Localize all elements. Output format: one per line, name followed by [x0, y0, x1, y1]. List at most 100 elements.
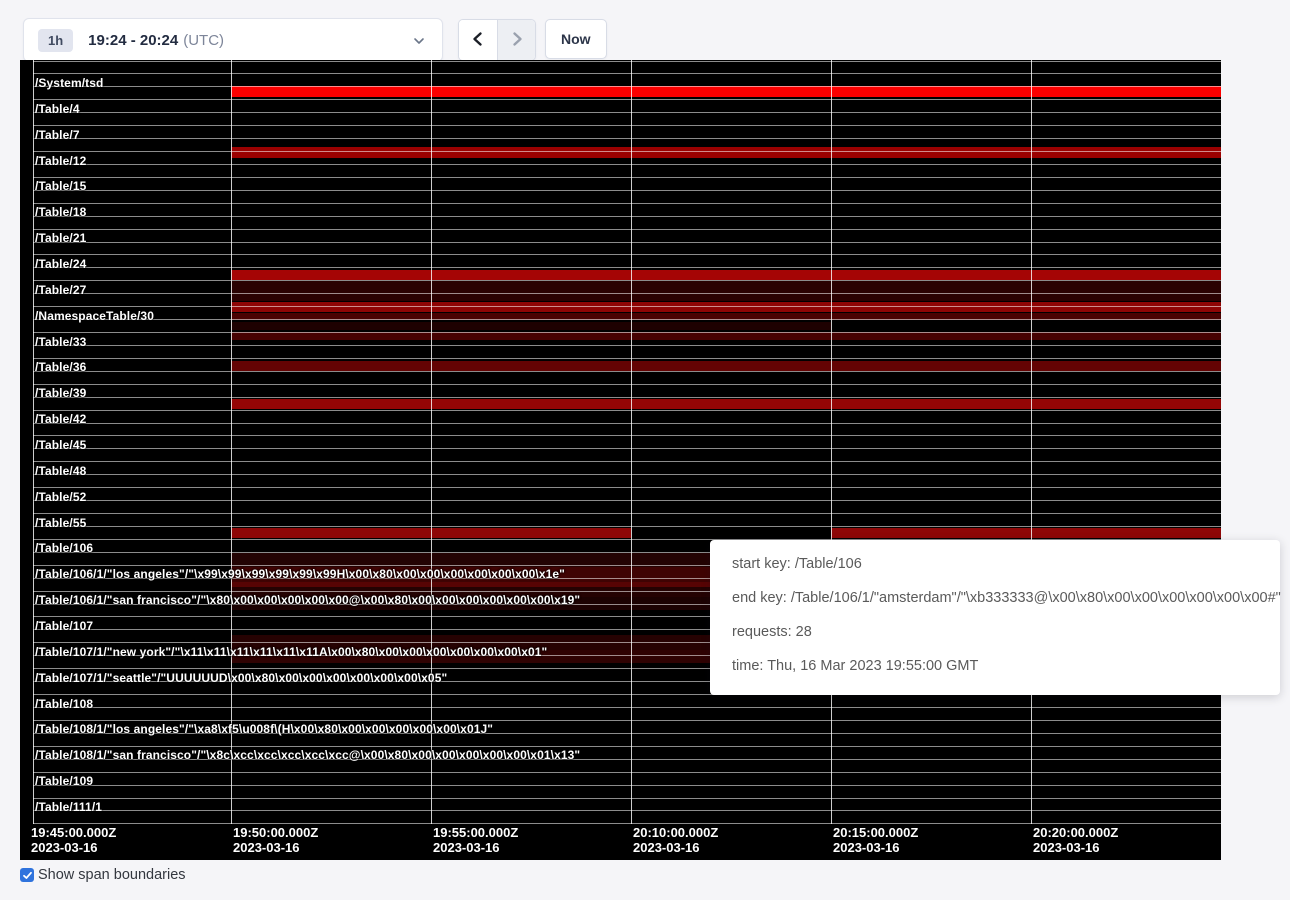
- row-label: /Table/12: [35, 154, 86, 168]
- heatmap-band[interactable]: [231, 332, 1221, 340]
- heatmap-band[interactable]: [231, 86, 1221, 97]
- chevron-left-icon: [469, 30, 487, 51]
- row-label: /Table/33: [35, 335, 86, 349]
- x-axis-date-label: 2023-03-16: [633, 840, 700, 855]
- x-axis-time-label: 20:15:00.000Z: [833, 825, 918, 840]
- span-boundary-line: [33, 73, 1221, 74]
- show-span-boundaries-checkbox[interactable]: Show span boundaries: [20, 867, 186, 883]
- heatmap-band[interactable]: [831, 528, 1221, 538]
- range-label: 19:24 - 20:24: [88, 32, 178, 49]
- x-axis-time-label: 19:55:00.000Z: [433, 825, 518, 840]
- row-label: /Table/7: [35, 128, 80, 142]
- row-label: /Table/27: [35, 283, 86, 297]
- span-boundary-line: [33, 410, 1221, 411]
- time-range-selector[interactable]: 1h 19:24 - 20:24 (UTC): [23, 18, 443, 62]
- time-bucket-line: [231, 60, 232, 824]
- chevron-right-icon: [508, 30, 526, 51]
- time-bucket-line: [1031, 60, 1032, 824]
- span-boundary-line: [33, 526, 1221, 527]
- row-label: /Table/48: [35, 464, 86, 478]
- row-label: /Table/4: [35, 102, 80, 116]
- span-boundary-line: [33, 423, 1221, 424]
- span-boundary-line: [33, 746, 1221, 747]
- row-label: /System/tsd: [35, 76, 103, 90]
- row-label: /Table/106: [35, 541, 93, 555]
- row-label: /Table/108/1/"los angeles"/"\xa8\xf5\u00…: [35, 722, 493, 736]
- x-axis-date-label: 2023-03-16: [31, 840, 98, 855]
- span-boundary-line: [33, 397, 1221, 398]
- range-duration-badge: 1h: [38, 29, 73, 52]
- prev-time-button[interactable]: [459, 20, 497, 60]
- span-boundary-line: [33, 177, 1221, 178]
- span-boundary-line: [33, 345, 1221, 346]
- now-button[interactable]: Now: [545, 19, 607, 59]
- span-boundary-line: [33, 448, 1221, 449]
- span-boundary-line: [33, 384, 1221, 385]
- span-boundary-line: [33, 99, 1221, 100]
- x-axis-date-label: 2023-03-16: [833, 840, 900, 855]
- row-label: /Table/106/1/"san francisco"/"\x80\x00\x…: [35, 593, 580, 607]
- span-boundary-line: [33, 138, 1221, 139]
- x-axis-time-label: 20:20:00.000Z: [1033, 825, 1118, 840]
- row-label: /NamespaceTable/30: [35, 309, 154, 323]
- span-boundary-line: [33, 151, 1221, 152]
- x-axis-date-label: 2023-03-16: [233, 840, 300, 855]
- span-boundary-line: [33, 267, 1221, 268]
- x-axis-time-label: 19:50:00.000Z: [233, 825, 318, 840]
- span-boundary-line: [33, 229, 1221, 230]
- heatmap-band[interactable]: [231, 270, 1221, 280]
- hover-tooltip: start key: /Table/106 end key: /Table/10…: [710, 540, 1280, 695]
- row-label: /Table/45: [35, 438, 86, 452]
- heatmap-band[interactable]: [231, 281, 1221, 301]
- span-boundary-line: [33, 280, 1221, 281]
- checkbox-checked-icon[interactable]: [20, 868, 34, 882]
- span-boundary-line: [33, 810, 1221, 811]
- tooltip-time: time: Thu, 16 Mar 2023 19:55:00 GMT: [732, 656, 1280, 676]
- row-label: /Table/21: [35, 231, 86, 245]
- time-bucket-line: [831, 60, 832, 824]
- heatmap-band[interactable]: [231, 399, 1221, 409]
- span-boundary-line: [33, 461, 1221, 462]
- row-label: /Table/107/1/"new york"/"\x11\x11\x11\x1…: [35, 645, 547, 659]
- span-boundary-line: [33, 487, 1221, 488]
- time-nav-group: [458, 19, 536, 61]
- toolbar: 1h 19:24 - 20:24 (UTC) Now: [0, 0, 1290, 60]
- heatmap-band[interactable]: [231, 147, 1221, 158]
- time-bucket-line: [431, 60, 432, 824]
- time-bucket-line: [33, 60, 34, 824]
- time-bucket-line: [631, 60, 632, 824]
- row-label: /Table/108/1/"san francisco"/"\x8c\xcc\x…: [35, 748, 580, 762]
- heatmap-band[interactable]: [231, 322, 831, 330]
- span-boundary-line: [33, 242, 1221, 243]
- tooltip-requests: requests: 28: [732, 622, 1280, 642]
- span-boundary-line: [33, 474, 1221, 475]
- span-boundary-line: [33, 798, 1221, 799]
- next-time-button[interactable]: [497, 20, 535, 60]
- tooltip-end-key: end key: /Table/106/1/"amsterdam"/"\xb33…: [732, 588, 1280, 608]
- row-label: /Table/111/1: [35, 800, 102, 814]
- span-boundary-line: [33, 332, 1221, 333]
- row-label: /Table/42: [35, 412, 86, 426]
- span-boundary-line: [33, 319, 1221, 320]
- tooltip-start-key: start key: /Table/106: [732, 554, 1280, 574]
- span-boundary-line: [33, 772, 1221, 773]
- span-boundary-line: [33, 216, 1221, 217]
- key-visualizer-heatmap[interactable]: /System/tsd/Table/4/Table/7/Table/12/Tab…: [20, 60, 1221, 860]
- span-boundary-line: [33, 61, 1221, 62]
- span-boundary-line: [33, 164, 1221, 165]
- row-label: /Table/107: [35, 619, 93, 633]
- span-boundary-line: [33, 203, 1221, 204]
- span-boundary-line: [33, 112, 1221, 113]
- range-timezone: (UTC): [183, 32, 224, 49]
- span-boundary-line: [33, 785, 1221, 786]
- span-boundary-line: [33, 371, 1221, 372]
- span-boundary-line: [33, 358, 1221, 359]
- span-boundary-line: [33, 500, 1221, 501]
- span-boundary-line: [33, 190, 1221, 191]
- span-boundary-line: [33, 306, 1221, 307]
- row-label: /Table/24: [35, 257, 86, 271]
- row-label: /Table/15: [35, 179, 86, 193]
- row-label: /Table/107/1/"seattle"/"UUUUUUD\x00\x80\…: [35, 671, 447, 685]
- heatmap-band[interactable]: [231, 361, 1221, 371]
- row-label: /Table/109: [35, 774, 93, 788]
